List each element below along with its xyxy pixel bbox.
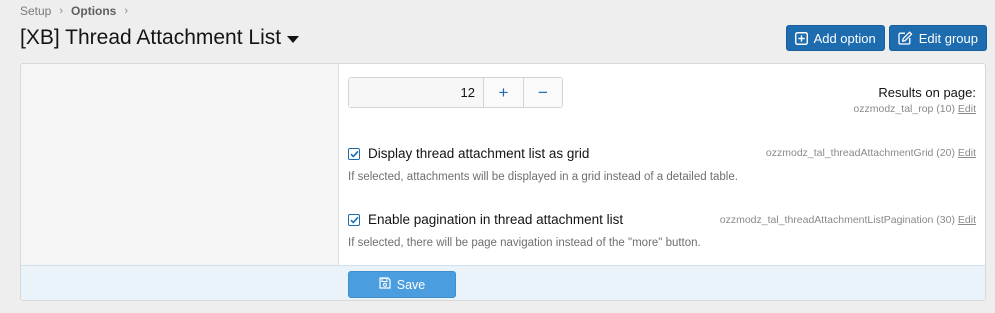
top-actions: Add option Edit group [785, 25, 987, 51]
option-id: ozzmodz_tal_threadAttachmentGrid (20) [765, 147, 955, 159]
option-meta: ozzmodz_tal_rop (10) Edit [667, 103, 976, 115]
pagination-checkbox-label[interactable]: Enable pagination in thread attachment l… [368, 212, 623, 227]
grid-checkbox[interactable] [348, 147, 360, 160]
caret-down-icon[interactable] [287, 36, 300, 43]
page-title-text: [XB] Thread Attachment List [20, 26, 282, 49]
pagination-checkbox[interactable] [348, 213, 360, 226]
breadcrumb-separator: › [124, 5, 129, 17]
plus-square-icon [794, 31, 808, 45]
page-title[interactable]: [XB] Thread Attachment List [20, 26, 300, 50]
edit-icon [898, 31, 913, 45]
save-icon [379, 277, 391, 292]
grid-explain: If selected, attachments will be display… [348, 171, 738, 183]
option-id: ozzmodz_tal_rop (10) [853, 103, 955, 115]
save-button[interactable]: Save [348, 271, 456, 298]
check-icon [349, 216, 359, 224]
edit-group-button[interactable]: Edit group [888, 25, 987, 51]
check-icon [349, 150, 359, 158]
pagination-checkbox-row[interactable]: Enable pagination in thread attachment l… [348, 212, 623, 227]
grid-checkbox-label[interactable]: Display thread attachment list as grid [368, 146, 589, 161]
grid-checkbox-row[interactable]: Display thread attachment list as grid [348, 146, 589, 161]
save-label: Save [396, 277, 426, 292]
pagination-explain: If selected, there will be page navigati… [348, 237, 701, 249]
results-per-page-input[interactable]: 12 [349, 78, 484, 107]
option-meta: ozzmodz_tal_threadAttachmentGrid (20) Ed… [667, 147, 976, 159]
add-option-button[interactable]: Add option [785, 25, 885, 51]
results-on-page-label-block: Results on page: ozzmodz_tal_rop (10) Ed… [667, 85, 985, 115]
breadcrumb-setup[interactable]: Setup [20, 4, 51, 18]
increment-button[interactable]: + [484, 78, 523, 107]
breadcrumb-options[interactable]: Options [71, 4, 116, 18]
add-option-label: Add option [813, 30, 876, 46]
form-footer: Save [21, 265, 985, 300]
breadcrumb-separator: › [59, 5, 64, 17]
decrement-button[interactable]: − [523, 78, 562, 107]
edit-option-link[interactable]: Edit [958, 147, 976, 159]
results-on-page-label: Results on page: [878, 85, 976, 100]
option-meta: ozzmodz_tal_threadAttachmentListPaginati… [667, 214, 976, 226]
results-per-page-stepper: 12 + − [348, 77, 563, 108]
edit-option-link[interactable]: Edit [958, 103, 976, 115]
edit-group-label: Edit group [918, 30, 978, 46]
pagination-option-label-block: ozzmodz_tal_threadAttachmentListPaginati… [667, 211, 985, 226]
options-panel: Results on page: ozzmodz_tal_rop (10) Ed… [20, 63, 986, 301]
option-id: ozzmodz_tal_threadAttachmentListPaginati… [719, 214, 955, 226]
edit-option-link[interactable]: Edit [958, 214, 976, 226]
label-column [21, 64, 339, 265]
grid-option-label-block: ozzmodz_tal_threadAttachmentGrid (20) Ed… [667, 144, 985, 159]
breadcrumb: Setup › Options › [20, 4, 128, 18]
